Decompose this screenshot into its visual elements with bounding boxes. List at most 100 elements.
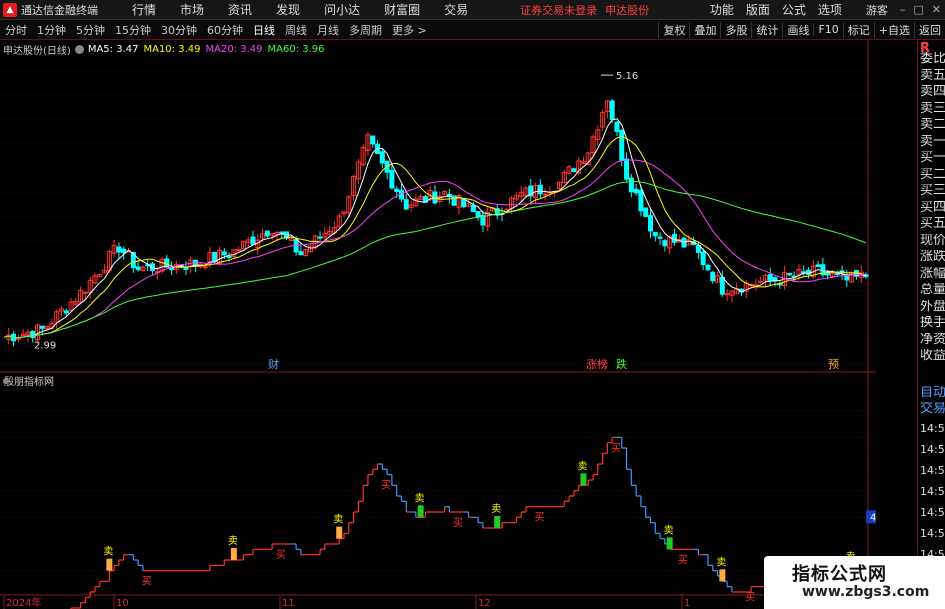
ma5-value: MA5: 3.47: [87, 43, 139, 55]
draw-line-button[interactable]: 画线: [782, 21, 813, 38]
kline-chart-svg[interactable]: 5.205.004.804.604.404.204.003.803.603.40…: [0, 40, 898, 609]
ma5-line: [3, 118, 867, 339]
candle-body: [394, 188, 400, 193]
tab-multi-period[interactable]: 多周期: [344, 22, 387, 38]
back-button[interactable]: 返回: [914, 21, 945, 38]
sidebar-quote-label: 现价: [920, 233, 945, 247]
event-tag: 跌: [616, 357, 627, 371]
high-price-label: 5.16: [616, 71, 638, 82]
sell-marker: 卖: [716, 556, 726, 568]
mark-button[interactable]: 标记: [842, 21, 874, 38]
tab-daily[interactable]: 日线: [248, 22, 280, 38]
candle-body: [537, 184, 543, 195]
menu-wealth[interactable]: 财富圈: [372, 1, 432, 18]
menu-markets[interactable]: 市场: [168, 1, 216, 18]
signal-bar: [417, 505, 424, 518]
menu-market[interactable]: 行情: [120, 1, 168, 18]
candle-body: [710, 271, 716, 282]
candle-body: [719, 276, 725, 295]
tab-30min[interactable]: 30分钟: [156, 22, 202, 38]
tab-60min[interactable]: 60分钟: [202, 22, 248, 38]
candle-body: [298, 251, 304, 256]
candle-body: [844, 275, 850, 281]
candle-body: [648, 215, 653, 232]
sell-marker: 卖: [577, 460, 587, 472]
candle-body: [700, 251, 706, 266]
candle-body: [633, 188, 639, 194]
candle-body: [753, 284, 759, 287]
candle-body: [834, 272, 840, 275]
candle-body: [389, 169, 395, 189]
tab-weekly[interactable]: 周线: [280, 22, 312, 38]
date-axis-label: 12: [478, 598, 491, 609]
menu-function[interactable]: 功能: [704, 1, 740, 18]
stock-name-label: 申达股份(日线): [3, 45, 71, 57]
candle-body: [39, 325, 45, 329]
candle-body: [767, 274, 773, 281]
event-tag: 涨榜: [586, 357, 608, 371]
sell-marker: 卖: [333, 514, 343, 526]
candle-body: [571, 168, 577, 172]
sidebar-quote-label: 买三: [920, 184, 945, 197]
menu-news[interactable]: 资讯: [216, 1, 264, 18]
candle-body: [475, 211, 481, 218]
buy-marker: 买: [611, 442, 621, 454]
guest-user[interactable]: 游客: [866, 2, 888, 18]
sidebar-quote-label: 买二: [920, 167, 945, 181]
signal-bar: [230, 548, 237, 560]
watermark: 指标公式网 www.zbgs3.com: [764, 556, 945, 609]
add-watchlist-button[interactable]: +自选: [873, 21, 914, 38]
menu-ask[interactable]: 问小达: [312, 1, 372, 18]
app-title: 通达信金融终端: [21, 3, 98, 17]
tab-monthly[interactable]: 月线: [312, 22, 344, 38]
candle-body: [705, 264, 711, 271]
menu-formula[interactable]: 公式: [776, 1, 812, 18]
buy-marker: 买: [142, 576, 152, 588]
quote-sidebar: R 委比 卖五 卖四 卖三 卖二 卖一 买一 买二 买三 买四 买五 现价 涨跌 涨幅 总量 外盘 换手 净资 收益…: [917, 40, 945, 609]
overlay-button[interactable]: 叠加: [689, 21, 720, 38]
signal-bar: [336, 526, 343, 539]
close-icon[interactable]: ✕: [928, 3, 945, 16]
sidebar-auto-trade-label[interactable]: 交易: [920, 402, 945, 415]
tab-1min[interactable]: 1分钟: [32, 22, 71, 38]
candle-body: [279, 231, 285, 234]
menu-discover[interactable]: 发现: [264, 1, 312, 18]
menu-options[interactable]: 选项: [812, 1, 848, 18]
maximize-icon[interactable]: □: [909, 3, 927, 16]
sell-marker: 卖: [103, 546, 113, 558]
candle-body: [226, 256, 232, 259]
restore-rights-button[interactable]: 复权: [658, 21, 689, 38]
candle-body: [379, 151, 385, 164]
candle-body: [121, 248, 127, 254]
sell-marker: 卖: [415, 492, 425, 504]
tab-5min[interactable]: 5分钟: [71, 22, 110, 38]
chart-area[interactable]: 5.205.004.804.604.404.204.003.803.603.40…: [0, 40, 898, 609]
statistics-button[interactable]: 统计: [751, 21, 782, 38]
sidebar-tick-time: 14:56: [920, 506, 945, 519]
minimize-icon[interactable]: –: [896, 3, 910, 16]
multi-stock-button[interactable]: 多股: [720, 21, 751, 38]
f10-button[interactable]: F10: [813, 23, 842, 36]
sidebar-quote-label: 卖三: [920, 101, 945, 115]
sidebar-auto-trade-label[interactable]: 自动: [920, 386, 945, 399]
candle-body: [609, 100, 615, 120]
candle-body: [815, 264, 821, 267]
login-notice[interactable]: 证券交易未登录: [520, 2, 597, 18]
app-logo-icon: ▲: [3, 2, 17, 17]
signal-bar: [106, 558, 113, 571]
ma10-line: [3, 136, 867, 339]
watermark-url: www.zbgs3.com: [802, 584, 930, 600]
tab-intraday[interactable]: 分时: [0, 22, 32, 38]
menu-layout[interactable]: 版面: [740, 1, 776, 18]
sidebar-tick-time: 14:56: [920, 443, 945, 456]
candle-body: [657, 236, 663, 239]
menu-trade[interactable]: 交易: [432, 1, 480, 18]
candlestick-series: [6, 99, 869, 347]
sidebar-quote-label: 委比: [920, 52, 945, 65]
ma60-value: MA60: 3.96: [267, 43, 325, 55]
tab-15min[interactable]: 15分钟: [110, 22, 156, 38]
settings-dot-icon[interactable]: [74, 44, 84, 54]
tab-more[interactable]: 更多 >: [387, 22, 432, 38]
candle-body: [202, 266, 208, 269]
candle-body: [652, 231, 658, 237]
